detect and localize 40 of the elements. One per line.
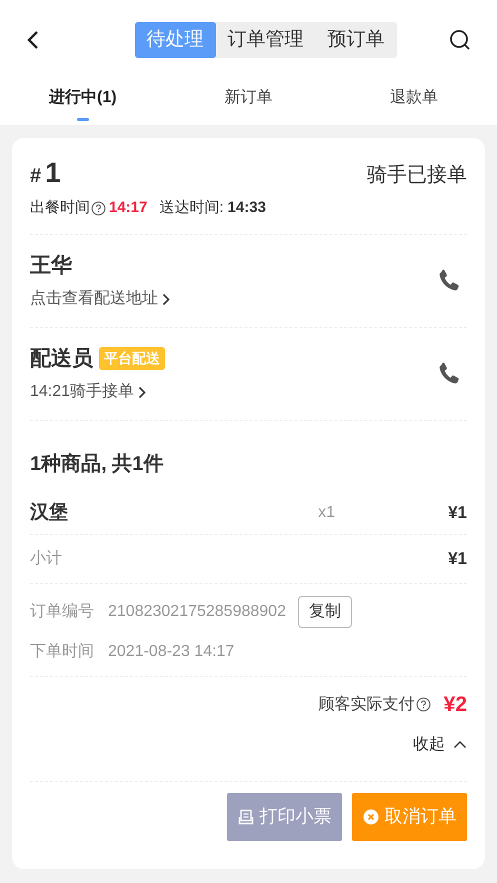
help-icon[interactable] <box>91 200 106 216</box>
copy-button[interactable]: 复制 <box>298 596 352 628</box>
delivery-time-label: 送达时间: <box>159 198 224 218</box>
delivery-time: 14:33 <box>228 198 266 218</box>
order-number-value: 21082302175285988902 <box>108 602 286 622</box>
subtotal-value: ¥1 <box>448 548 467 570</box>
item-quantity: x1 <box>318 503 336 523</box>
chevron-up-icon <box>453 740 467 749</box>
order-tab[interactable]: 退款单 <box>331 80 497 125</box>
chevron-icon <box>138 386 146 399</box>
paid-amount: ¥2 <box>444 692 467 718</box>
paid-label: 顾客实际支付 <box>318 694 415 714</box>
item-name: 汉堡 <box>30 500 69 525</box>
order-number-label: 订单编号 <box>30 602 95 622</box>
segment-tab[interactable]: 预订单 <box>316 22 396 58</box>
order-time-label: 下单时间 <box>30 642 95 662</box>
subtotal-label: 小计 <box>30 548 62 568</box>
back-button[interactable] <box>26 29 40 51</box>
chevron-icon <box>162 292 170 306</box>
rider-link[interactable]: 14:21骑手接单 <box>30 380 146 404</box>
help-icon[interactable] <box>416 697 431 712</box>
order-tab[interactable]: 进行中(1) <box>0 80 166 125</box>
close-circle-icon <box>362 808 378 824</box>
collapse-button[interactable]: 收起 <box>413 732 467 756</box>
order-status: 骑手已接单 <box>367 162 467 188</box>
customer-name: 王华 <box>30 252 73 279</box>
hash-sign: # <box>30 164 42 189</box>
goods-summary: 1种商品, 共1件 <box>30 452 164 476</box>
delivery-tag: 平台配送 <box>99 347 165 370</box>
address-link[interactable]: 点击查看配送地址 <box>30 287 170 312</box>
meal-time-label: 出餐时间 <box>30 198 90 218</box>
order-number: 1 <box>45 158 61 188</box>
printer-icon <box>238 808 254 824</box>
meal-time: 14:17 <box>109 198 148 218</box>
item-price: ¥1 <box>448 502 467 524</box>
rider-label: 配送员 <box>30 346 93 372</box>
segment-tab[interactable]: 订单管理 <box>216 22 316 58</box>
order-tab[interactable]: 新订单 <box>166 80 332 125</box>
order-time-value: 2021-08-23 14:17 <box>108 642 234 662</box>
search-button[interactable] <box>449 29 471 51</box>
